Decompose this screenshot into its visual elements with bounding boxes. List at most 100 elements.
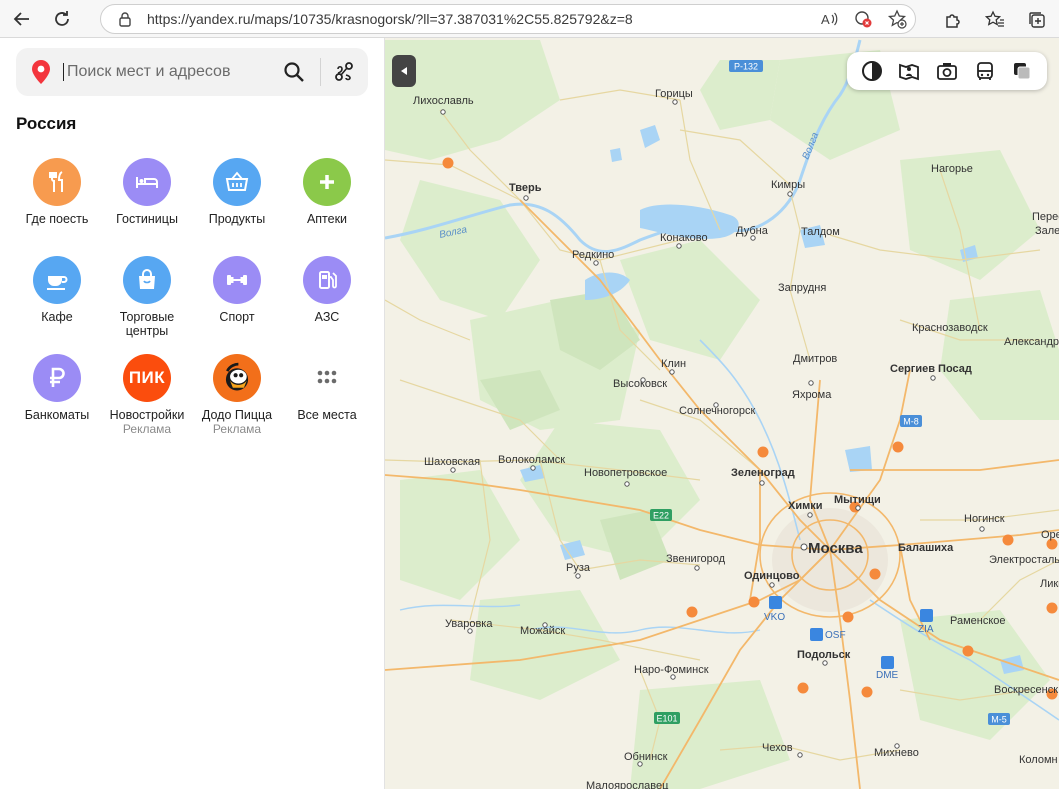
collections-button[interactable]	[1019, 2, 1055, 38]
category-label: Все места	[297, 408, 357, 422]
airplane-icon	[810, 628, 823, 641]
search-box[interactable]	[16, 48, 368, 96]
city-label: Краснозаводск	[912, 322, 988, 334]
cup-icon	[47, 276, 68, 290]
route-icon[interactable]	[332, 60, 356, 84]
category-hotels[interactable]: Гостиницы	[102, 158, 192, 226]
address-bar[interactable]: https://yandex.ru/maps/10735/krasnogorsk…	[100, 4, 916, 34]
triangle-left-icon	[401, 67, 407, 75]
category-all-circle	[303, 354, 351, 402]
reload-button[interactable]	[44, 1, 80, 37]
city-label: Лихославль	[413, 95, 474, 107]
road-badge-text: Р-132	[734, 62, 758, 72]
map-mode-icon[interactable]	[861, 60, 883, 82]
city-label: Волоколамск	[498, 454, 565, 466]
category-new-buildings[interactable]: ПИК Новостройки Реклама	[102, 354, 192, 436]
category-pharmacy[interactable]: Аптеки	[282, 158, 372, 226]
camera-icon[interactable]	[936, 60, 958, 82]
collapse-sidebar-button[interactable]	[392, 55, 416, 87]
city-label: Раменское	[950, 615, 1006, 627]
fork-knife-icon	[49, 171, 63, 192]
category-food[interactable]: Где поесть	[12, 158, 102, 226]
airport-label: VKO	[764, 612, 785, 623]
category-cafe[interactable]: Кафе	[12, 256, 102, 324]
city-label: Сергиев Посад	[890, 363, 972, 375]
city-label: Балашиха	[898, 542, 954, 554]
svg-text:A: A	[821, 12, 830, 27]
airplane-icon	[769, 596, 782, 609]
collections-icon	[1029, 12, 1045, 28]
city-label: Дубна	[736, 225, 769, 237]
category-sport[interactable]: Спорт	[192, 256, 282, 324]
category-dodo-pizza[interactable]: Додо Пицца Реклама	[192, 354, 282, 436]
city-label: Зале	[1035, 225, 1059, 237]
sidebar-panel: Россия Где поесть Гостиницы Продукты Апт	[0, 38, 385, 789]
city-label: Звенигород	[666, 553, 726, 565]
city-label: Высоковск	[613, 378, 667, 390]
city-label: Электросталь	[989, 554, 1059, 566]
category-groceries[interactable]: Продукты	[192, 158, 282, 226]
city-label: Клин	[661, 358, 686, 370]
city-label: Уваровка	[445, 618, 493, 630]
category-malls[interactable]: Торговые центры	[102, 256, 192, 338]
tracking-prevention-icon[interactable]	[853, 9, 873, 29]
city-label: Наро-Фоминск	[634, 664, 709, 676]
city-label: Новопетровское	[584, 467, 667, 479]
city-label: Чехов	[762, 742, 793, 754]
city-label: Талдом	[801, 226, 840, 238]
dots-grid-icon	[317, 370, 337, 384]
category-label: Банкоматы	[24, 408, 90, 422]
search-input[interactable]	[65, 62, 279, 82]
city-label: Редкино	[572, 249, 614, 261]
category-all-places[interactable]: Все места	[282, 354, 372, 422]
read-aloud-icon[interactable]: A	[819, 9, 839, 29]
city-label-capital: Москва	[808, 540, 863, 557]
basket-icon	[225, 171, 249, 191]
extensions-button[interactable]	[935, 2, 971, 38]
city-label: Шаховская	[424, 456, 480, 468]
road-badge-text: М-5	[991, 715, 1007, 725]
favorites-button[interactable]	[977, 2, 1013, 38]
category-label: Гостиницы	[116, 212, 178, 226]
category-pharmacy-circle	[303, 158, 351, 206]
search-icon[interactable]	[282, 60, 306, 84]
city-label: Воскресенск	[994, 684, 1058, 696]
city-label: Орех	[1041, 529, 1059, 541]
city-label: Можайск	[520, 625, 565, 637]
layers-icon[interactable]	[1011, 60, 1033, 82]
category-food-circle	[33, 158, 81, 206]
category-label: Спорт	[219, 310, 255, 324]
category-fuel[interactable]: АЗС	[282, 256, 372, 324]
map-svg[interactable]: Р-132 М-8 E22 E101 М-5 Волга Волга VKO O…	[385, 38, 1059, 789]
pik-logo-text: ПИК	[128, 368, 166, 387]
city-label: Ликин	[1040, 578, 1059, 590]
category-label: Продукты	[208, 212, 266, 226]
category-label: АЗС	[314, 310, 340, 324]
text-cursor	[63, 63, 64, 81]
back-arrow-icon	[13, 11, 29, 26]
city-label: Михнево	[874, 747, 919, 759]
dumbbell-icon	[227, 275, 247, 285]
panorama-icon[interactable]	[898, 60, 920, 82]
city-label: Обнинск	[624, 751, 668, 763]
plus-icon	[320, 175, 334, 189]
category-label: Новостройки	[109, 408, 185, 422]
city-label: Малоярославец	[586, 780, 669, 789]
back-button[interactable]	[4, 1, 40, 37]
category-groceries-circle	[213, 158, 261, 206]
city-label: Химки	[788, 500, 823, 512]
category-hotels-circle	[123, 158, 171, 206]
city-label: Ногинск	[964, 513, 1005, 525]
category-atm[interactable]: Банкоматы	[12, 354, 102, 422]
region-title: Россия	[16, 114, 77, 133]
bus-icon[interactable]	[974, 60, 996, 82]
map-canvas[interactable]: Р-132 М-8 E22 E101 М-5 Волга Волга VKO O…	[385, 38, 1059, 789]
bag-icon	[139, 269, 155, 289]
city-label: Горицы	[655, 88, 693, 100]
city-label: Яхрома	[792, 389, 832, 401]
reload-icon	[55, 10, 69, 26]
category-sport-circle	[213, 256, 261, 304]
road-badge-text: М-8	[903, 417, 919, 427]
url-text: https://yandex.ru/maps/10735/krasnogorsk…	[147, 11, 633, 27]
add-favorite-icon[interactable]	[887, 9, 907, 29]
